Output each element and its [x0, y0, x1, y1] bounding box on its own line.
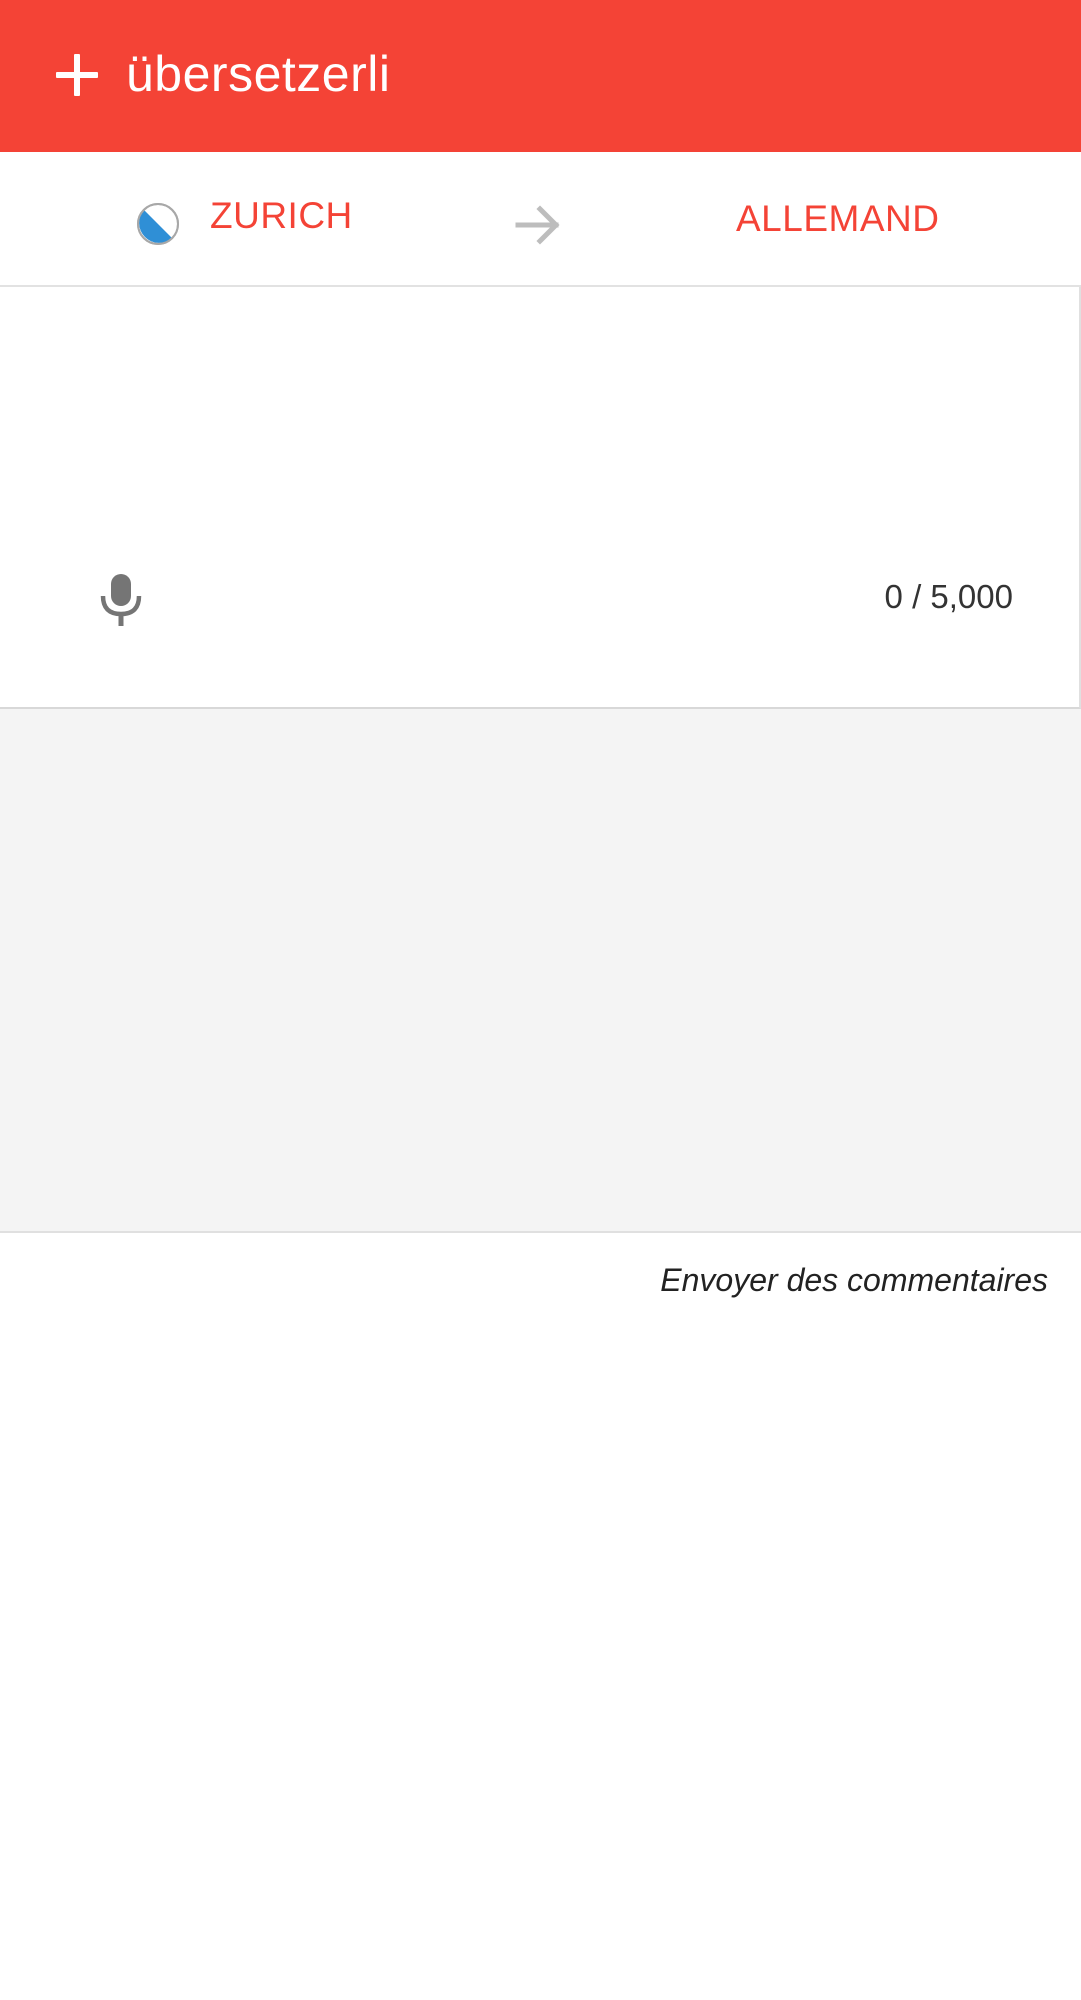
source-text-card[interactable]: 0 / 5,000	[0, 287, 1081, 709]
app-root: übersetzerli ZURICH ALLEMAND 0 / 5,000 E…	[0, 0, 1081, 2000]
app-header: übersetzerli	[0, 0, 1081, 152]
send-feedback-link[interactable]: Envoyer des commentaires	[660, 1260, 1048, 1300]
plus-icon[interactable]	[52, 50, 102, 100]
language-bar: ZURICH ALLEMAND	[0, 152, 1081, 287]
microphone-icon[interactable]	[98, 572, 144, 628]
translation-output	[0, 709, 1081, 1233]
app-title: übersetzerli	[126, 46, 391, 102]
zurich-flag-icon	[137, 203, 179, 245]
source-language-selector[interactable]: ZURICH	[136, 152, 376, 285]
character-count: 0 / 5,000	[884, 578, 1013, 615]
target-language-selector[interactable]: ALLEMAND	[736, 197, 939, 241]
source-language-label: ZURICH	[210, 195, 353, 236]
arrow-right-icon	[515, 205, 560, 245]
